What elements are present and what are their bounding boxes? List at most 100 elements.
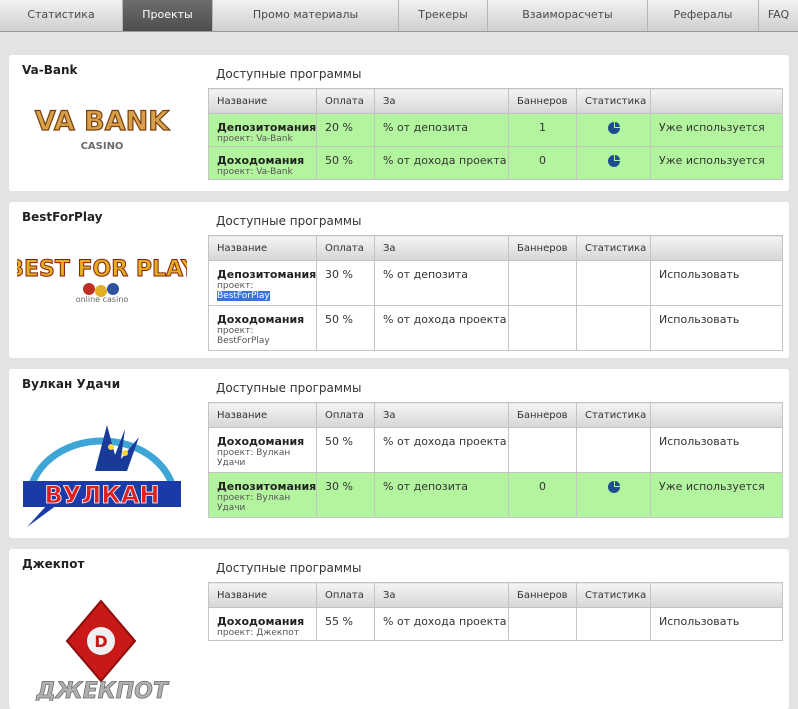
program-project-cont: Удачи: [217, 503, 246, 513]
program-banners: 1: [508, 113, 577, 147]
program-for: % от дохода проекта: [374, 146, 509, 180]
program-name: Доходомания: [217, 615, 305, 628]
table-row: Депозитомания проект: Va-Bank 20 % % от д…: [208, 113, 783, 147]
table-row: Доходомания проект: BestForPlay 50 % % от …: [208, 305, 783, 351]
program-stats: [576, 260, 651, 306]
svg-text:BEST FOR PLAY: BEST FOR PLAY: [17, 257, 187, 282]
available-programs-heading: Доступные программы: [216, 214, 362, 228]
col-name: Название: [208, 582, 317, 608]
bestforplay-logo: BEST FOR PLAY online casino: [17, 257, 187, 305]
project-card-jackpot: Джекпот D ДЖЕКПОТ Доступные программы На…: [9, 549, 789, 709]
col-stats: Статистика: [576, 235, 651, 261]
col-for: За: [374, 582, 509, 608]
col-action: [650, 402, 783, 428]
col-name: Название: [208, 88, 317, 114]
vabank-logo: VA BANK CASINO: [34, 105, 171, 152]
program-banners: [508, 305, 577, 351]
program-name: Доходомания: [217, 435, 305, 448]
program-banners: 0: [508, 146, 577, 180]
project-title: Va-Bank: [22, 63, 78, 77]
program-banners: [508, 260, 577, 306]
tab-referrals[interactable]: Рефералы: [648, 0, 759, 31]
program-name: Депозитомания: [217, 480, 317, 493]
program-pay: 50 %: [316, 146, 375, 180]
project-card-bestforplay: BestForPlay BEST FOR PLAY online casino …: [9, 202, 789, 358]
program-for: % от депозита: [374, 472, 509, 518]
programs-table: Название Оплата За Баннеров Статистика Д…: [208, 402, 783, 518]
project-card-vulkan: Вулкан Удачи ВУЛКАН Доступные программы …: [9, 369, 789, 538]
already-used-link[interactable]: Уже используется: [650, 146, 783, 180]
program-for: % от депозита: [374, 260, 509, 306]
already-used-link[interactable]: Уже используется: [650, 113, 783, 147]
tab-projects[interactable]: Проекты: [123, 0, 213, 31]
program-for: % от депозита: [374, 113, 509, 147]
col-for: За: [374, 88, 509, 114]
program-stats: [576, 607, 651, 641]
program-pay: 50 %: [316, 427, 375, 473]
program-name: Депозитомания: [217, 121, 317, 134]
top-nav: Статистика Проекты Промо материалы Треке…: [0, 0, 798, 32]
program-banners: [508, 427, 577, 473]
program-pay: 30 %: [316, 260, 375, 306]
col-pay: Оплата: [316, 402, 375, 428]
use-link[interactable]: Использовать: [650, 607, 783, 641]
program-stats: [576, 305, 651, 351]
program-project: проект: Вулкан: [217, 493, 291, 503]
svg-text:ДЖЕКПОТ: ДЖЕКПОТ: [35, 679, 170, 701]
svg-text:ВУЛКАН: ВУЛКАН: [44, 481, 159, 509]
available-programs-heading: Доступные программы: [216, 381, 362, 395]
tab-settlements[interactable]: Взаиморасчеты: [488, 0, 648, 31]
project-card-vabank: Va-Bank VA BANK CASINO Доступные програм…: [9, 55, 789, 191]
col-action: [650, 235, 783, 261]
programs-table: Название Оплата За Баннеров Статистика Д…: [208, 235, 783, 351]
jackpot-logo: D ДЖЕКПОТ: [35, 599, 170, 701]
svg-text:D: D: [94, 632, 107, 651]
program-name: Доходомания: [217, 154, 305, 167]
project-title: Вулкан Удачи: [22, 377, 121, 391]
col-name: Название: [208, 402, 317, 428]
use-link[interactable]: Использовать: [650, 427, 783, 473]
col-action: [650, 582, 783, 608]
available-programs-heading: Доступные программы: [216, 67, 362, 81]
table-row: Депозитомания проект: BestForPlay 30 % % о…: [208, 260, 783, 306]
svg-text:CASINO: CASINO: [81, 141, 124, 152]
col-stats: Статистика: [576, 582, 651, 608]
col-for: За: [374, 235, 509, 261]
program-pay: 55 %: [316, 607, 375, 641]
use-link[interactable]: Использовать: [650, 305, 783, 351]
col-banners: Баннеров: [508, 235, 577, 261]
use-link[interactable]: Использовать: [650, 260, 783, 306]
program-pay: 50 %: [316, 305, 375, 351]
col-name: Название: [208, 235, 317, 261]
tab-promo[interactable]: Промо материалы: [213, 0, 399, 31]
tab-statistics[interactable]: Статистика: [0, 0, 123, 31]
col-for: За: [374, 402, 509, 428]
programs-table: Название Оплата За Баннеров Статистика Д…: [208, 88, 783, 180]
program-for: % от дохода проекта: [374, 607, 509, 641]
tab-faq[interactable]: FAQ: [759, 0, 798, 31]
program-project: BestForPlay: [217, 336, 270, 346]
project-title: BestForPlay: [22, 210, 103, 224]
pie-chart-icon[interactable]: [607, 122, 620, 134]
programs-table: Название Оплата За Баннеров Статистика Д…: [208, 582, 783, 641]
already-used-link[interactable]: Уже используется: [650, 472, 783, 518]
col-banners: Баннеров: [508, 88, 577, 114]
table-row: Доходомания проект: Джекпот 55 % % от дох…: [208, 607, 783, 641]
program-banners: 0: [508, 472, 577, 518]
program-stats: [576, 427, 651, 473]
table-row: Доходомания проект: Va-Bank 50 % % от дох…: [208, 146, 783, 180]
program-pay: 30 %: [316, 472, 375, 518]
program-project-label: проект:: [217, 326, 254, 336]
program-for: % от дохода проекта: [374, 427, 509, 473]
program-name: Доходомания: [217, 313, 305, 326]
project-title: Джекпот: [22, 557, 85, 571]
col-stats: Статистика: [576, 88, 651, 114]
table-header: Название Оплата За Баннеров Статистика: [208, 582, 783, 608]
pie-chart-icon[interactable]: [607, 155, 620, 167]
program-project: проект: Va-Bank: [217, 134, 293, 144]
tab-trackers[interactable]: Трекеры: [399, 0, 488, 31]
pie-chart-icon[interactable]: [607, 481, 620, 493]
program-name: Депозитомания: [217, 268, 317, 281]
col-banners: Баннеров: [508, 582, 577, 608]
program-project-label: проект:: [217, 281, 254, 291]
